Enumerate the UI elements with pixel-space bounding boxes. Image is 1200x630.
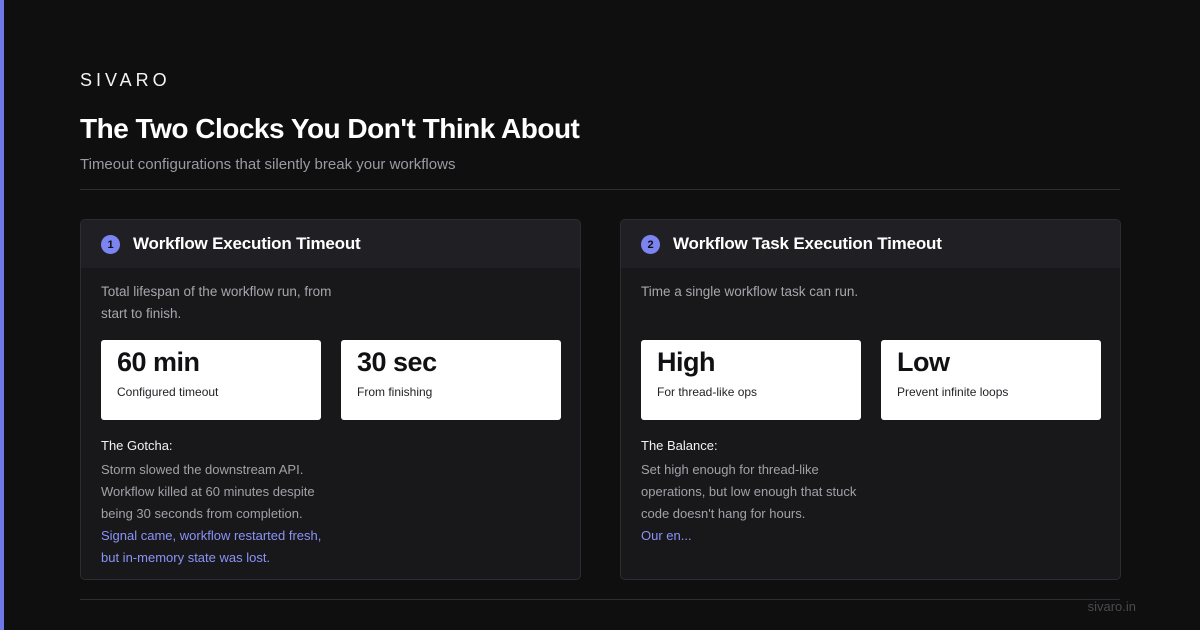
card-number-badge: 1 <box>101 235 120 254</box>
card-title: Workflow Execution Timeout <box>133 234 361 253</box>
note-highlight: Signal came, workflow restarted fresh, b… <box>101 528 322 565</box>
stat-label: For thread-like ops <box>657 385 758 399</box>
card-number-badge: 2 <box>641 235 660 254</box>
stat-value: Low <box>897 347 950 377</box>
stat-box: Low Prevent infinite loops <box>881 340 1101 420</box>
stat-box: 30 sec From finishing <box>341 340 561 420</box>
card-header: 1 Workflow Execution Timeout <box>81 220 580 268</box>
note-heading: The Gotcha: <box>101 438 173 453</box>
accent-bar <box>0 0 4 630</box>
stat-value: 60 min <box>117 347 200 377</box>
footer-divider <box>80 599 1120 600</box>
note-heading: The Balance: <box>641 438 718 453</box>
note-text: Set high enough for thread-like operatio… <box>641 462 857 521</box>
note-body: Storm slowed the downstream API. Workflo… <box>101 459 341 569</box>
card-description: Time a single workflow task can run. <box>641 284 859 299</box>
stat-box: 60 min Configured timeout <box>101 340 321 420</box>
note-text: Storm slowed the downstream API. Workflo… <box>101 462 315 521</box>
stat-label: From finishing <box>357 385 433 399</box>
page-title: The Two Clocks You Don't Think About <box>80 113 580 144</box>
stat-label: Configured timeout <box>117 385 219 399</box>
note-body: Set high enough for thread-like operatio… <box>641 459 881 547</box>
brand-logo: SIVARO <box>80 70 171 90</box>
card-workflow-execution-timeout: 1 Workflow Execution Timeout Total lifes… <box>80 219 581 580</box>
footer-url: sivaro.in <box>1087 599 1136 614</box>
card-workflow-task-execution-timeout: 2 Workflow Task Execution Timeout Time a… <box>620 219 1121 580</box>
page-subtitle: Timeout configurations that silently bre… <box>80 156 456 173</box>
stat-value: High <box>657 347 716 377</box>
card-title: Workflow Task Execution Timeout <box>673 234 942 253</box>
header-divider <box>80 189 1120 190</box>
stat-box: High For thread-like ops <box>641 340 861 420</box>
card-header: 2 Workflow Task Execution Timeout <box>621 220 1120 268</box>
note-highlight: Our en... <box>641 528 692 543</box>
stat-label: Prevent infinite loops <box>897 385 1009 399</box>
card-description: Total lifespan of the workflow run, from… <box>101 284 332 321</box>
stat-value: 30 sec <box>357 347 437 377</box>
